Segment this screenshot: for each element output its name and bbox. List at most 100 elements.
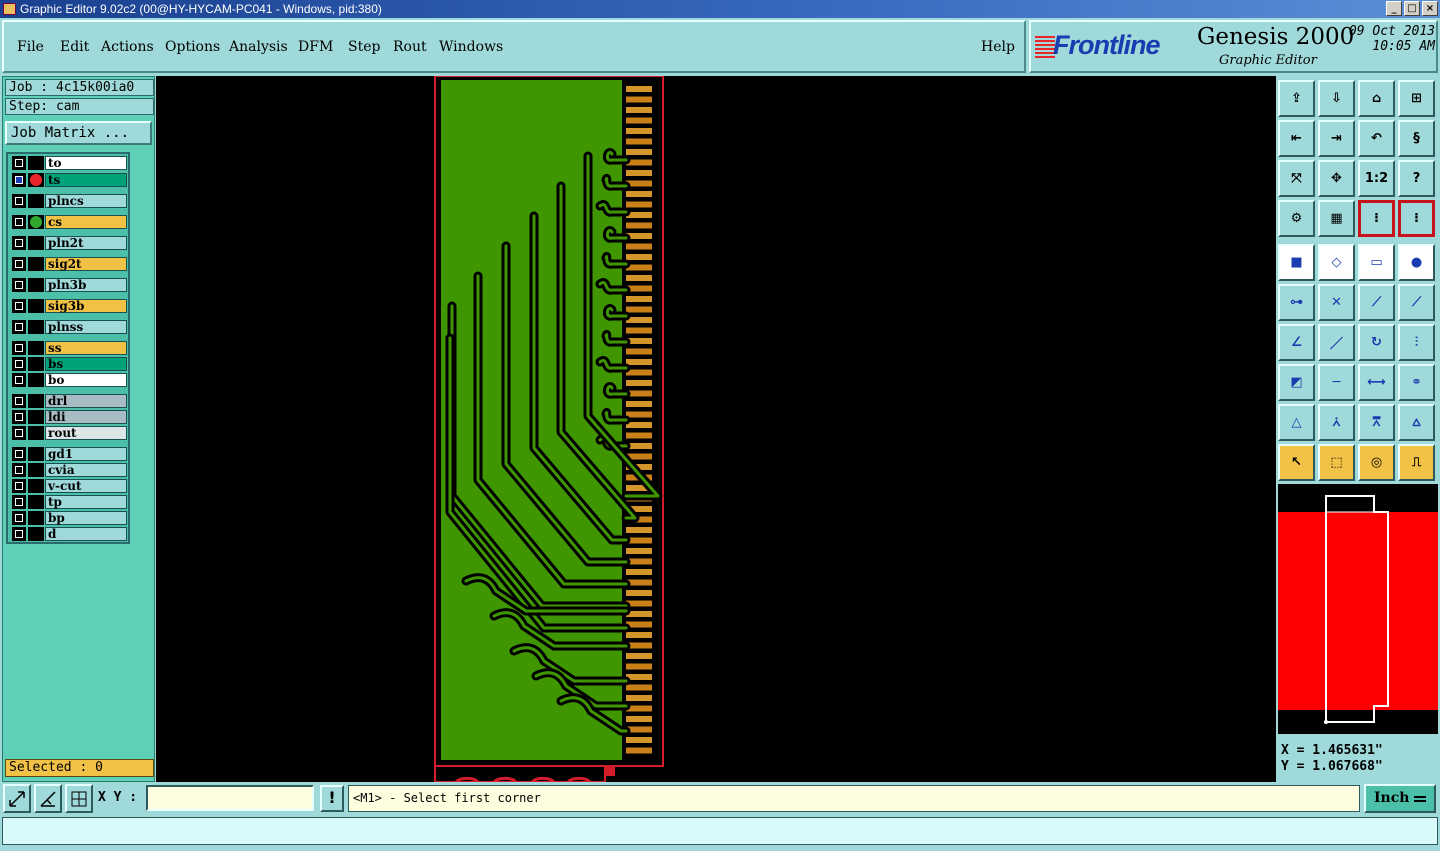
triangle-icon[interactable]: △ [1278,404,1315,441]
layer-affected-marker[interactable] [28,320,44,334]
pan-left-icon[interactable]: ⇤ [1278,120,1315,157]
menu-options[interactable]: Options [165,39,220,55]
grid-snap-icon[interactable] [65,784,93,813]
cross-arch-icon[interactable]: ⩟ [1398,404,1435,441]
add-pad-icon[interactable]: ⟋ [1398,284,1435,321]
layer-checkbox[interactable] [12,463,26,477]
menu-file[interactable]: File [17,39,44,55]
job-matrix-button[interactable]: Job Matrix ... [5,121,152,145]
layer-checkbox[interactable] [12,194,26,208]
feature-select-icon[interactable]: ■ [1278,244,1315,281]
alert-button[interactable]: ! [320,785,344,812]
home-up-icon[interactable]: ⇪ [1278,80,1315,117]
layer-row-pln3b[interactable]: pln3b [10,278,128,292]
overview-preview[interactable] [1278,484,1438,734]
menu-actions[interactable]: Actions [101,39,154,55]
close-icon[interactable]: × [1422,1,1438,16]
layer-affected-marker[interactable] [28,341,44,355]
layer-checkbox[interactable] [12,495,26,509]
menu-rout[interactable]: Rout [393,39,427,55]
minimize-icon[interactable]: _ [1386,1,1402,16]
menu-help[interactable]: Help [981,39,1015,55]
select-box-icon[interactable]: ⬚ [1318,444,1355,481]
layer-affected-marker[interactable] [28,278,44,292]
layer-checkbox[interactable] [12,341,26,355]
move-pad-icon[interactable]: ◩ [1278,364,1315,401]
snap-icon[interactable]: ⁝ [1358,200,1395,237]
layer-checkbox[interactable] [12,173,26,187]
layer-checkbox[interactable] [12,278,26,292]
layer-affected-marker[interactable] [28,511,44,525]
layer-row-plnss[interactable]: plnss [10,320,128,334]
polygon-icon[interactable]: ⩑ [1318,404,1355,441]
measure-icon[interactable] [34,784,62,813]
layer-affected-marker[interactable] [28,194,44,208]
fill-icon[interactable]: ⫶ [1398,324,1435,361]
layer-affected-marker[interactable] [28,394,44,408]
menu-dfm[interactable]: DFM [298,39,333,55]
layer-checkbox[interactable] [12,527,26,541]
layer-checkbox[interactable] [12,357,26,371]
pointer-icon[interactable]: ↖ [1278,444,1315,481]
layer-row-drl[interactable]: drl [10,394,128,408]
layer-affected-marker[interactable] [28,215,44,229]
arc-icon[interactable]: ↻ [1358,324,1395,361]
layer-row-plncs[interactable]: plncs [10,194,128,208]
layer-row-bp[interactable]: bp [10,511,128,525]
route-icon[interactable]: ⎍ [1398,444,1435,481]
undo-zoom-icon[interactable]: ↶ [1358,120,1395,157]
layer-affected-marker[interactable] [28,495,44,509]
layer-checkbox[interactable] [12,479,26,493]
arch-icon[interactable]: ⩞ [1358,404,1395,441]
menu-step[interactable]: Step [348,39,380,55]
maximize-icon[interactable]: □ [1404,1,1420,16]
xy-input[interactable] [146,785,314,811]
layer-checkbox[interactable] [12,394,26,408]
layer-affected-marker[interactable] [28,299,44,313]
help-icon[interactable]: ? [1398,160,1435,197]
layer-affected-marker[interactable] [28,527,44,541]
measure-dist-icon[interactable]: ⟷ [1358,364,1395,401]
angle-line-icon[interactable]: ∠ [1278,324,1315,361]
layer-checkbox[interactable] [12,257,26,271]
layer-checkbox[interactable] [12,215,26,229]
grid-icon[interactable]: ▦ [1318,200,1355,237]
layer-row-bo[interactable]: bo [10,373,128,387]
shapes-icon[interactable]: ⚭ [1398,364,1435,401]
graphic-canvas[interactable] [156,76,1276,782]
home-icon[interactable]: ⌂ [1358,80,1395,117]
layer-checkbox[interactable] [12,299,26,313]
layer-row-v-cut[interactable]: v-cut [10,479,128,493]
layer-affected-marker[interactable] [28,426,44,440]
layer-checkbox[interactable] [12,156,26,170]
page-down-icon[interactable]: ⇩ [1318,80,1355,117]
window-split-icon[interactable]: ⊞ [1398,80,1435,117]
layer-row-d[interactable]: d [10,527,128,541]
layer-affected-marker[interactable] [28,479,44,493]
layer-checkbox[interactable] [12,426,26,440]
menu-edit[interactable]: Edit [60,39,89,55]
layer-affected-marker[interactable] [28,463,44,477]
layer-checkbox[interactable] [12,373,26,387]
layer-checkbox[interactable] [12,410,26,424]
redraw-icon[interactable]: § [1398,120,1435,157]
layer-row-sig2t[interactable]: sig2t [10,257,128,271]
layer-checkbox[interactable] [12,447,26,461]
layer-checkbox[interactable] [12,511,26,525]
pad-icon[interactable]: ● [1398,244,1435,281]
layer-checkbox[interactable] [12,320,26,334]
layer-row-gd1[interactable]: gd1 [10,447,128,461]
line-icon[interactable]: ／ [1318,324,1355,361]
layer-row-cvia[interactable]: cvia [10,463,128,477]
units-selector[interactable]: Inch [1364,784,1436,813]
layer-row-ts[interactable]: ts [10,173,128,187]
zoom-home-icon[interactable]: ✥ [1318,160,1355,197]
layer-row-rout[interactable]: rout [10,426,128,440]
zoom-ratio-button[interactable]: 1:2 [1358,160,1395,197]
add-line-icon[interactable]: ⟋ [1358,284,1395,321]
snap-alt-icon[interactable]: ⁝ [1398,200,1435,237]
connect-icon[interactable]: ⊶ [1278,284,1315,321]
fit-icon[interactable]: ⤧ [1278,160,1315,197]
layer-affected-marker[interactable] [28,257,44,271]
transform-icon[interactable]: ◇ [1318,244,1355,281]
